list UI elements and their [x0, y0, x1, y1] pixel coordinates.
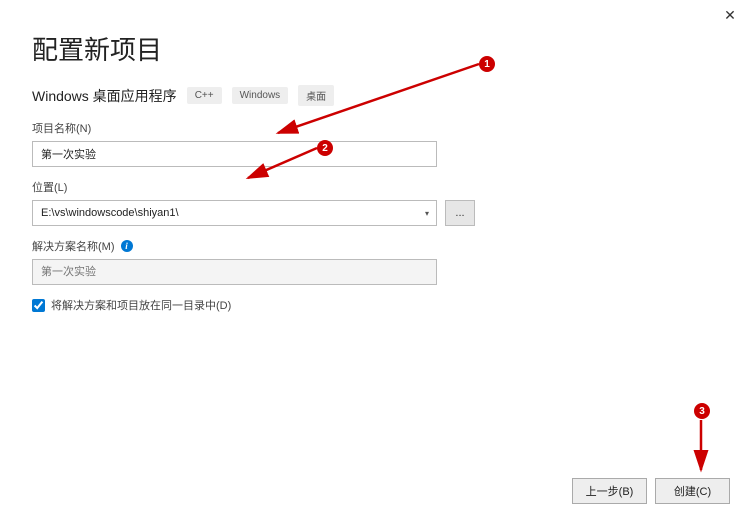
- solution-name-field: 解决方案名称(M) i: [32, 238, 718, 285]
- info-icon[interactable]: i: [121, 240, 133, 252]
- dialog-title: 配置新项目: [32, 30, 718, 67]
- same-directory-label: 将解决方案和项目放在同一目录中(D): [51, 297, 231, 313]
- location-field: 位置(L) ▾ ...: [32, 179, 718, 226]
- location-input[interactable]: [33, 201, 418, 225]
- dialog-footer: 上一步(B) 创建(C): [572, 478, 730, 504]
- project-name-field: 项目名称(N): [32, 120, 718, 167]
- template-row: Windows 桌面应用程序 C++ Windows 桌面: [32, 85, 718, 106]
- solution-name-label: 解决方案名称(M) i: [32, 238, 718, 254]
- solution-name-label-text: 解决方案名称(M): [32, 238, 115, 254]
- same-directory-row: 将解决方案和项目放在同一目录中(D): [32, 297, 718, 313]
- annotation-badge-2: 2: [317, 140, 333, 156]
- location-dropdown-icon[interactable]: ▾: [418, 201, 436, 225]
- annotation-badge-1: 1: [479, 56, 495, 72]
- back-button[interactable]: 上一步(B): [572, 478, 647, 504]
- browse-button[interactable]: ...: [445, 200, 475, 226]
- tag-language: C++: [187, 87, 222, 104]
- solution-name-input: [32, 259, 437, 285]
- location-combo[interactable]: ▾: [32, 200, 437, 226]
- annotation-badge-3: 3: [694, 403, 710, 419]
- project-name-label: 项目名称(N): [32, 120, 718, 136]
- dialog-content: 配置新项目 Windows 桌面应用程序 C++ Windows 桌面 项目名称…: [0, 0, 750, 313]
- tag-type: 桌面: [298, 85, 334, 106]
- project-name-input[interactable]: [32, 141, 437, 167]
- tag-platform: Windows: [232, 87, 289, 104]
- template-name: Windows 桌面应用程序: [32, 86, 177, 106]
- close-button[interactable]: ✕: [722, 8, 738, 24]
- location-label: 位置(L): [32, 179, 718, 195]
- same-directory-checkbox[interactable]: [32, 299, 45, 312]
- create-button[interactable]: 创建(C): [655, 478, 730, 504]
